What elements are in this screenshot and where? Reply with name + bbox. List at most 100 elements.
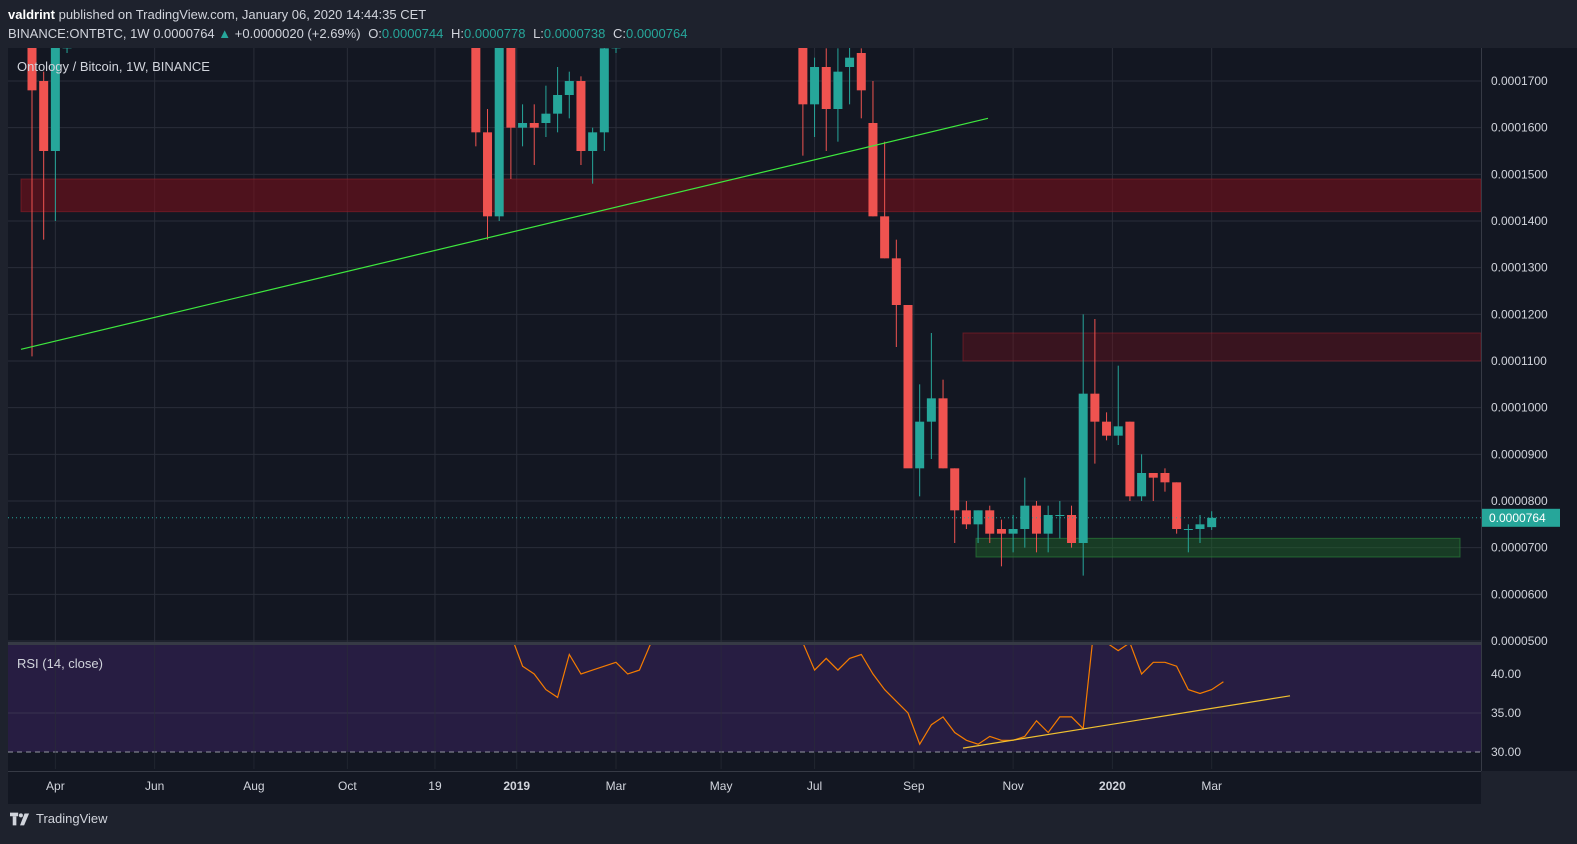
candle-up[interactable] — [833, 71, 843, 109]
price-tick-label: 0.0001500 — [1491, 167, 1548, 181]
price-tick-label: 0.0000900 — [1491, 447, 1548, 461]
time-tick-label: 2019 — [503, 779, 530, 793]
candle-up[interactable] — [915, 421, 925, 469]
tradingview-brand: TradingView — [36, 811, 108, 826]
close-label: C: — [613, 26, 626, 41]
candle-down[interactable] — [1031, 505, 1041, 534]
price-axis[interactable]: 0.0000500 0.0000600 0.0000700 0.0000800 0.00… — [1481, 48, 1577, 771]
low-label: L: — [533, 26, 544, 41]
candle-down[interactable] — [996, 529, 1006, 534]
candle-up[interactable] — [1207, 517, 1217, 528]
candle-up[interactable] — [1137, 473, 1147, 497]
candle-up[interactable] — [1008, 529, 1018, 534]
candle-up[interactable] — [553, 95, 563, 114]
candle-up[interactable] — [1078, 393, 1088, 543]
resistance-zone[interactable] — [962, 332, 1482, 362]
time-tick-label: Jul — [807, 779, 822, 793]
rsi-axis[interactable]: 30.00 35.00 40.00 — [1491, 667, 1521, 759]
candle-down[interactable] — [576, 81, 586, 151]
candle-down[interactable] — [856, 53, 866, 91]
candle-up[interactable] — [588, 132, 598, 151]
price-tick-label: 0.0001300 — [1491, 261, 1548, 275]
candle-down[interactable] — [880, 216, 890, 259]
price-tick-label: 0.0001200 — [1491, 307, 1548, 321]
candle-down[interactable] — [1090, 393, 1100, 422]
candle-up[interactable] — [564, 81, 574, 95]
time-axis-background — [8, 771, 1481, 804]
footer — [0, 804, 1577, 844]
chart-area[interactable]: Ontology / Bitcoin, 1W, BINANCE RSI (14,… — [0, 48, 1577, 804]
candle-up[interactable] — [518, 123, 528, 128]
up-arrow-icon: ▲ — [218, 26, 232, 41]
candle-up[interactable] — [926, 398, 936, 422]
candle-up[interactable] — [1183, 529, 1193, 530]
candle-down[interactable] — [868, 123, 878, 217]
price-tick-label: 0.0000800 — [1491, 494, 1548, 508]
candle-down[interactable] — [985, 510, 995, 534]
tradingview-logo-icon — [10, 812, 30, 825]
rsi-band — [8, 645, 1481, 752]
time-axis[interactable]: Apr Jun Aug Oct 19 2019 Mar May Jul Sep Nov 2020 Mar — [8, 771, 1481, 804]
rsi-title: RSI (14, close) — [17, 656, 103, 671]
rsi-tick-label: 40.00 — [1491, 667, 1521, 681]
candle-down[interactable] — [891, 258, 901, 305]
candle-down[interactable] — [1148, 473, 1158, 478]
candle-down[interactable] — [483, 132, 493, 217]
price-tick-label: 0.0001600 — [1491, 121, 1548, 135]
candle-up[interactable] — [1113, 426, 1123, 436]
price-tick-label: 0.0000500 — [1491, 634, 1548, 648]
candle-up[interactable] — [973, 510, 983, 525]
last-price: 0.0000764 — [153, 26, 215, 41]
candle-down[interactable] — [1102, 421, 1112, 436]
candle-up[interactable] — [845, 57, 855, 67]
candle-down[interactable] — [39, 81, 49, 151]
low-value: 0.0000738 — [543, 26, 606, 41]
price-tick-label: 0.0001700 — [1491, 74, 1548, 88]
price-change: +0.0000020 (+2.69%) — [234, 26, 361, 41]
time-tick-label: Aug — [243, 779, 264, 793]
time-tick-label: Mar — [606, 779, 627, 793]
rsi-tick-label: 35.00 — [1491, 706, 1521, 720]
main-chart-title: Ontology / Bitcoin, 1W, BINANCE — [17, 59, 210, 74]
time-tick-label: 19 — [428, 779, 442, 793]
author-name[interactable]: valdrint — [8, 7, 55, 22]
candle-down[interactable] — [1160, 473, 1170, 483]
candle-up[interactable] — [810, 67, 820, 105]
price-tick-label: 0.0001400 — [1491, 214, 1548, 228]
candle-down[interactable] — [1067, 515, 1077, 543]
symbol-label[interactable]: BINANCE:ONTBTC, 1W — [8, 26, 150, 41]
time-tick-label: 2020 — [1099, 779, 1126, 793]
time-tick-label: Jun — [145, 779, 164, 793]
candle-up[interactable] — [1055, 515, 1065, 516]
candle-down[interactable] — [1125, 421, 1135, 497]
time-tick-label: Sep — [903, 779, 925, 793]
chart-header: valdrint published on TradingView.com, J… — [0, 0, 1577, 48]
candle-down[interactable] — [798, 48, 808, 105]
time-tick-label: Apr — [46, 779, 65, 793]
candle-down[interactable] — [821, 67, 831, 109]
tradingview-logo[interactable]: TradingView — [10, 811, 108, 826]
high-value: 0.0000778 — [464, 26, 526, 41]
candle-down[interactable] — [950, 468, 960, 511]
price-tick-label: 0.0000600 — [1491, 587, 1548, 601]
candle-up[interactable] — [599, 48, 609, 133]
candle-down[interactable] — [529, 123, 539, 128]
candle-down[interactable] — [506, 48, 516, 128]
candle-down[interactable] — [961, 510, 971, 525]
time-tick-label: Nov — [1002, 779, 1023, 793]
resistance-zone[interactable] — [20, 178, 1482, 213]
open-label: O: — [368, 26, 382, 41]
time-tick-label: Mar — [1201, 779, 1222, 793]
candle-up[interactable] — [1195, 524, 1205, 529]
price-tick-label: 0.0001000 — [1491, 401, 1548, 415]
publish-info: valdrint published on TradingView.com, J… — [8, 7, 426, 22]
time-tick-label: May — [710, 779, 733, 793]
open-value: 0.0000744 — [381, 26, 444, 41]
candle-down[interactable] — [938, 398, 948, 469]
candle-down[interactable] — [1172, 482, 1182, 529]
candle-down[interactable] — [903, 305, 913, 469]
candle-up[interactable] — [541, 113, 551, 123]
candle-down[interactable] — [471, 48, 481, 133]
pane-separator[interactable] — [8, 642, 1481, 645]
candle-up[interactable] — [494, 48, 504, 217]
